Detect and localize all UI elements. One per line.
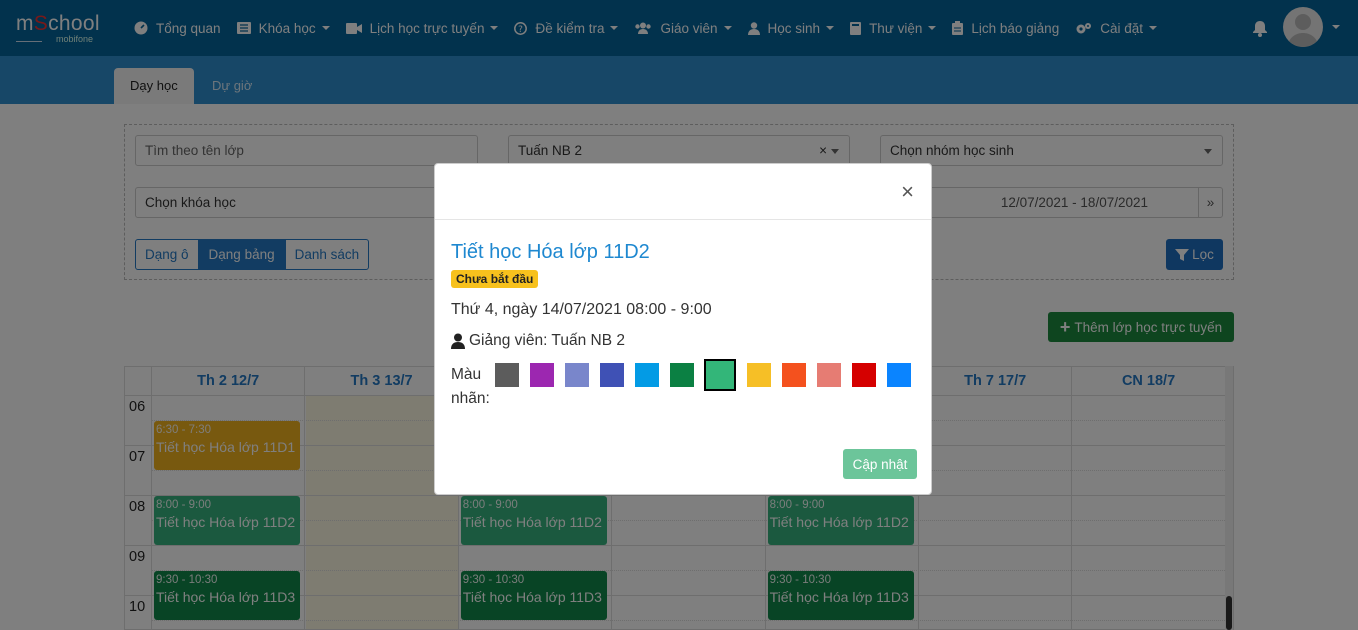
color-swatch[interactable]: [747, 363, 771, 387]
lesson-teacher: Giảng viên: Tuấn NB 2: [451, 332, 625, 350]
color-swatch[interactable]: [887, 363, 911, 387]
color-swatch[interactable]: [852, 363, 876, 387]
update-button[interactable]: Cập nhật: [843, 449, 917, 479]
lesson-modal: × Tiết học Hóa lớp 11D2 Chưa bắt đầu Thứ…: [434, 163, 932, 495]
color-swatch[interactable]: [782, 363, 806, 387]
color-swatch[interactable]: [670, 363, 694, 387]
lesson-title: Tiết học Hóa lớp 11D2: [451, 241, 650, 263]
color-swatch[interactable]: [600, 363, 624, 387]
modal-header: ×: [435, 164, 931, 220]
color-swatch[interactable]: [495, 363, 519, 387]
user-icon: [451, 333, 465, 349]
color-swatch[interactable]: [635, 363, 659, 387]
close-icon[interactable]: ×: [901, 181, 914, 203]
color-label: Màu nhãn:: [451, 366, 490, 407]
color-swatch[interactable]: [704, 359, 736, 391]
color-swatch[interactable]: [817, 363, 841, 387]
lesson-time: Thứ 4, ngày 14/07/2021 08:00 - 9:00: [451, 301, 712, 318]
color-swatch[interactable]: [565, 363, 589, 387]
status-badge: Chưa bắt đầu: [451, 270, 539, 288]
color-swatch[interactable]: [530, 363, 554, 387]
